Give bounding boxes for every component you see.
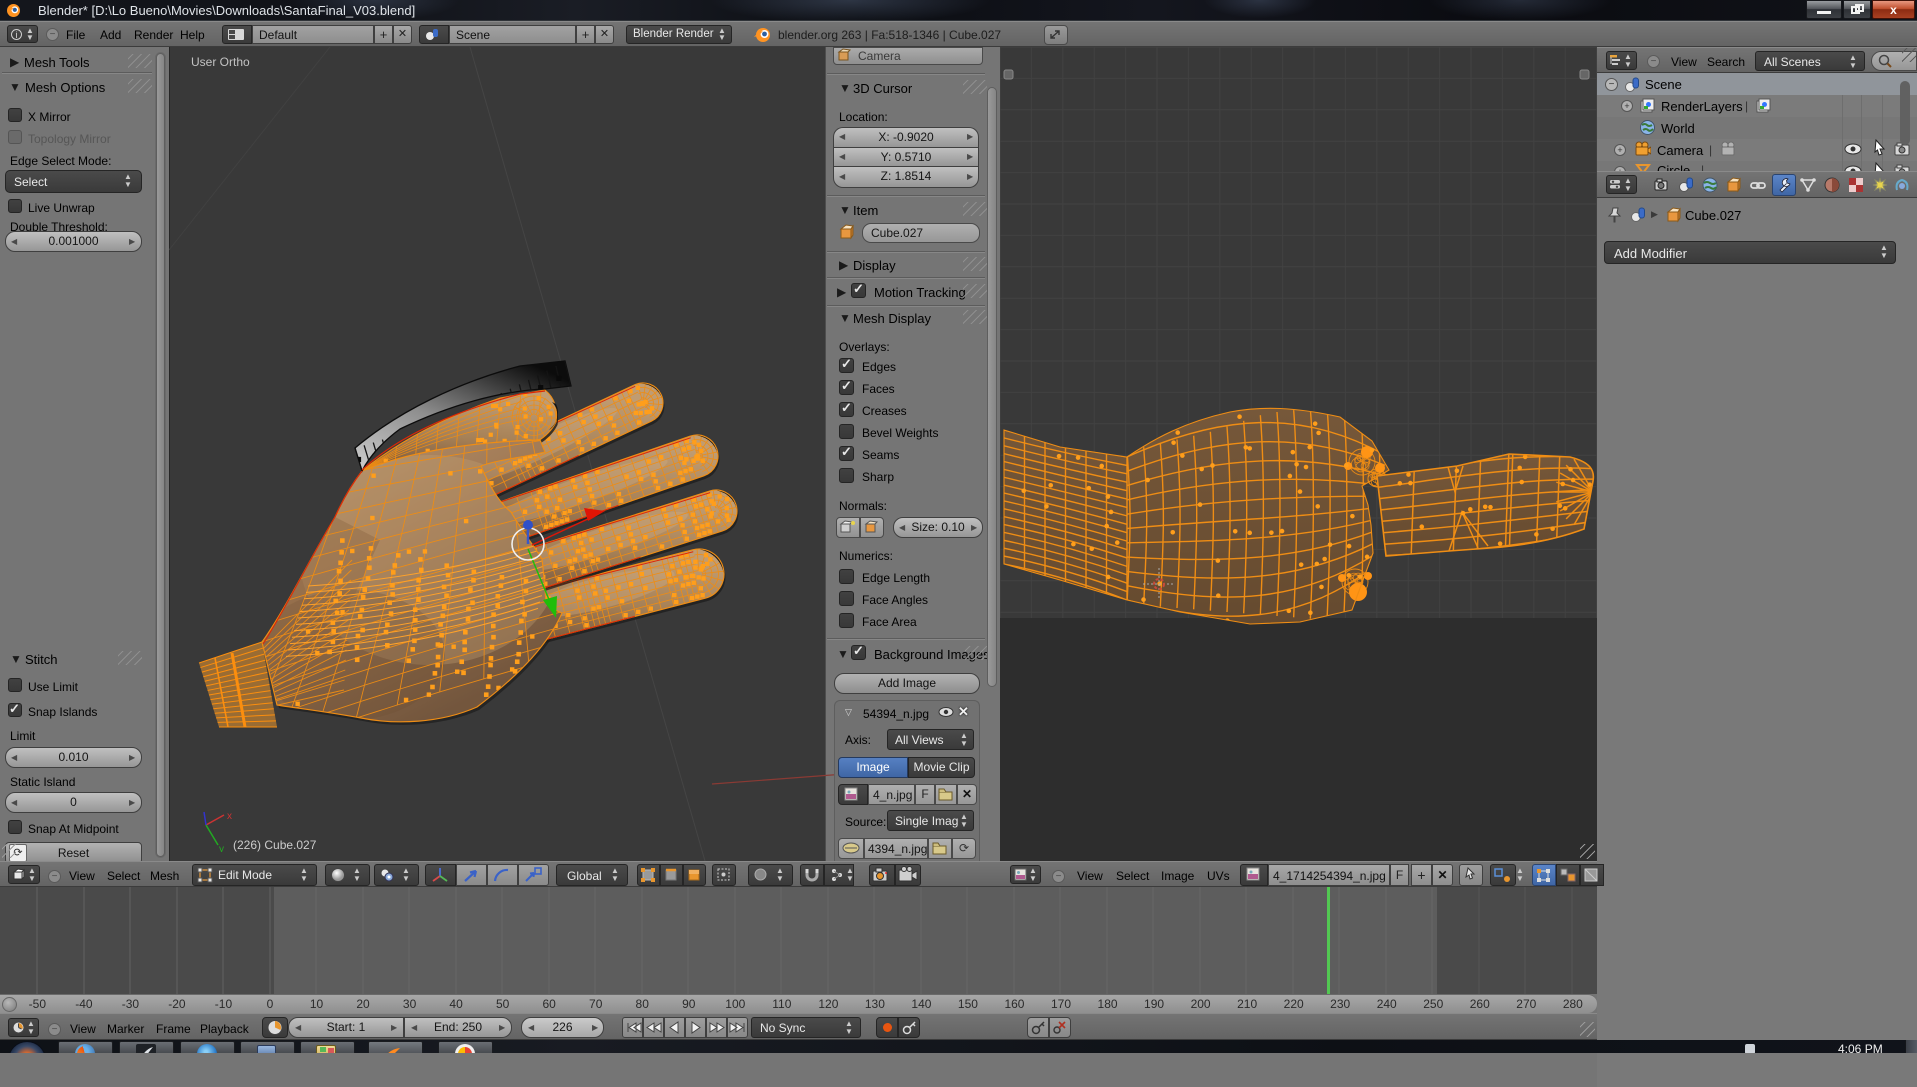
svg-text:y: y	[219, 844, 224, 852]
svg-text:x: x	[227, 811, 232, 822]
